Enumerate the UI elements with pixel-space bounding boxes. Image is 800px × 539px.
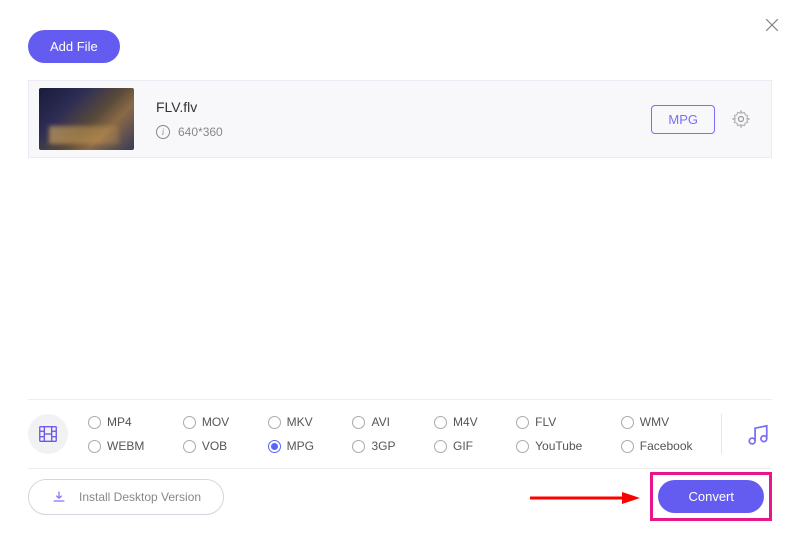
radio-icon	[434, 416, 447, 429]
format-label: Facebook	[640, 439, 693, 453]
add-file-button[interactable]: Add File	[28, 30, 120, 63]
format-label: AVI	[371, 415, 389, 429]
file-thumbnail	[39, 88, 134, 150]
format-option-facebook[interactable]: Facebook	[621, 439, 699, 453]
format-option-flv[interactable]: FLV	[516, 415, 589, 429]
radio-icon	[352, 416, 365, 429]
format-label: MP4	[107, 415, 132, 429]
radio-icon	[183, 440, 196, 453]
format-option-wmv[interactable]: WMV	[621, 415, 699, 429]
format-label: WMV	[640, 415, 669, 429]
info-icon[interactable]: i	[156, 125, 170, 139]
format-option-vob[interactable]: VOB	[183, 439, 236, 453]
radio-icon	[352, 440, 365, 453]
radio-icon	[434, 440, 447, 453]
radio-icon	[516, 440, 529, 453]
format-option-youtube[interactable]: YouTube	[516, 439, 589, 453]
radio-icon	[621, 440, 634, 453]
format-label: WEBM	[107, 439, 144, 453]
file-row: FLV.flv i 640*360 MPG	[28, 80, 772, 158]
format-option-webm[interactable]: WEBM	[88, 439, 151, 453]
format-label: 3GP	[371, 439, 395, 453]
convert-button[interactable]: Convert	[658, 480, 764, 513]
format-option-mov[interactable]: MOV	[183, 415, 236, 429]
convert-highlight: Convert	[650, 472, 772, 521]
format-option-mp4[interactable]: MP4	[88, 415, 151, 429]
install-label: Install Desktop Version	[79, 490, 201, 504]
format-option-m4v[interactable]: M4V	[434, 415, 484, 429]
format-label: M4V	[453, 415, 478, 429]
radio-icon	[268, 440, 281, 453]
radio-icon	[88, 416, 101, 429]
format-option-gif[interactable]: GIF	[434, 439, 484, 453]
music-icon[interactable]	[744, 420, 772, 448]
radio-icon	[183, 416, 196, 429]
download-icon	[51, 489, 67, 505]
format-label: MKV	[287, 415, 313, 429]
radio-icon	[268, 416, 281, 429]
format-option-mkv[interactable]: MKV	[268, 415, 321, 429]
format-label: VOB	[202, 439, 227, 453]
format-label: YouTube	[535, 439, 582, 453]
format-option-3gp[interactable]: 3GP	[352, 439, 402, 453]
radio-icon	[88, 440, 101, 453]
file-name: FLV.flv	[156, 99, 651, 115]
format-option-mpg[interactable]: MPG	[268, 439, 321, 453]
format-panel: MP4 MOV MKV AVI M4V FLV WMV WEBM VOB MPG 3GP GIF You…	[28, 399, 772, 469]
close-icon[interactable]	[762, 15, 782, 35]
format-label: FLV	[535, 415, 556, 429]
format-label: GIF	[453, 439, 473, 453]
format-grid: MP4 MOV MKV AVI M4V FLV WMV WEBM VOB MPG 3GP GIF You…	[88, 415, 699, 453]
radio-icon	[516, 416, 529, 429]
file-resolution: 640*360	[178, 125, 223, 139]
target-format-button[interactable]: MPG	[651, 105, 715, 134]
format-label: MOV	[202, 415, 229, 429]
format-label: MPG	[287, 439, 314, 453]
format-option-avi[interactable]: AVI	[352, 415, 402, 429]
video-icon[interactable]	[28, 414, 68, 454]
divider	[721, 414, 722, 454]
gear-icon[interactable]	[731, 109, 751, 129]
install-desktop-button[interactable]: Install Desktop Version	[28, 479, 224, 515]
radio-icon	[621, 416, 634, 429]
